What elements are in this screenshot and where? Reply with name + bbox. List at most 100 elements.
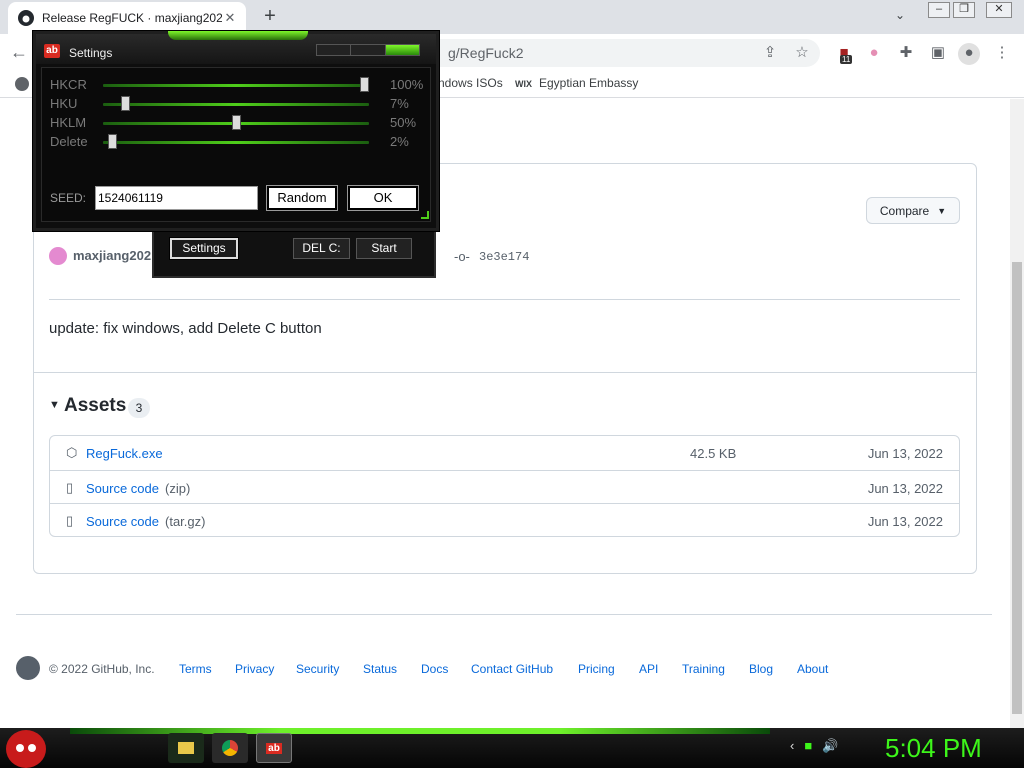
back-arrow-icon[interactable]: ← — [10, 42, 28, 63]
github-icon — [18, 10, 34, 26]
footer-link-pricing[interactable]: Pricing — [578, 662, 615, 676]
slider-thumb-delete[interactable] — [108, 134, 118, 149]
file-zip-icon: ▯ — [66, 513, 74, 528]
window-controls[interactable] — [316, 44, 420, 56]
wix-icon: WIX — [515, 79, 532, 89]
slider-thumb-hkcr[interactable] — [360, 77, 369, 92]
volume-icon[interactable]: 🔊 — [822, 738, 838, 754]
slider-track-hku[interactable] — [103, 103, 369, 106]
footer-link-contact[interactable]: Contact GitHub — [471, 662, 553, 676]
footer-link-privacy[interactable]: Privacy — [235, 662, 274, 676]
tab-title: Release RegFUCK · maxjiang2021 — [42, 11, 222, 25]
github-logo-icon[interactable] — [16, 656, 40, 680]
tab-search-chevron-icon[interactable]: ⌄ — [895, 8, 905, 22]
assets-toggle-caret-icon[interactable]: ▼ — [49, 399, 60, 411]
restore-button[interactable]: ❐ — [953, 2, 975, 18]
git-commit-icon: -o- — [454, 249, 470, 264]
system-tray: ‹ ■ 🔊 — [790, 738, 838, 754]
battery-icon[interactable]: ■ — [804, 738, 812, 754]
slider-thumb-hku[interactable] — [120, 96, 130, 111]
compare-button[interactable]: Compare ▼ — [866, 197, 960, 224]
assets-heading[interactable]: Assets — [64, 395, 126, 417]
seed-label: SEED: — [50, 191, 87, 205]
footer-divider — [16, 614, 992, 615]
new-tab-button[interactable]: + — [258, 5, 282, 29]
footer-link-security[interactable]: Security — [296, 662, 339, 676]
star-bookmark-icon[interactable]: ☆ — [792, 43, 812, 63]
slider-value-hklm: 50% — [390, 115, 417, 130]
footer-link-terms[interactable]: Terms — [179, 662, 212, 676]
slider-track-delete[interactable] — [103, 141, 369, 144]
extension-flag-icon[interactable]: ● — [864, 43, 884, 63]
puzzle-extensions-icon[interactable]: ✚ — [896, 43, 916, 63]
file-zip-icon: ▯ — [66, 480, 74, 495]
profile-avatar-icon[interactable]: ● — [958, 43, 980, 65]
scrollbar-thumb[interactable] — [1012, 262, 1022, 714]
random-button[interactable]: Random — [266, 185, 338, 211]
asset-row: ▯ Source code (zip) Jun 13, 2022 — [50, 470, 959, 504]
start-button-angry-bird-icon[interactable] — [6, 730, 46, 768]
close-control[interactable] — [385, 45, 419, 55]
compare-label: Compare — [879, 203, 930, 218]
file-explorer-icon[interactable] — [168, 733, 204, 763]
asset-link[interactable]: RegFuck.exe — [86, 446, 169, 461]
asset-row: ▯ Source code (tar.gz) Jun 13, 2022 — [50, 503, 959, 537]
release-notes: update: fix windows, add Delete C button — [49, 320, 322, 337]
taskbar-clock[interactable]: 5:04 PM — [885, 733, 982, 764]
slider-value-hku: 7% — [390, 96, 409, 111]
divider — [49, 299, 960, 300]
close-window-button[interactable]: ✕ — [986, 2, 1012, 18]
caret-down-icon: ▼ — [937, 205, 947, 216]
minimize-button[interactable]: – — [928, 2, 950, 18]
titlebar-glow — [168, 31, 308, 40]
author-name[interactable]: maxjiang202 — [73, 248, 151, 263]
footer-link-status[interactable]: Status — [363, 662, 397, 676]
browser-tab[interactable]: Release RegFUCK · maxjiang2021 ✕ — [8, 2, 246, 34]
asset-date: Jun 13, 2022 — [867, 514, 943, 529]
globe-icon — [15, 77, 29, 91]
side-panel-icon[interactable]: ▣ — [928, 43, 948, 63]
slider-label-delete: Delete — [50, 134, 88, 149]
start-button[interactable]: Start — [356, 238, 412, 259]
footer-link-about[interactable]: About — [797, 662, 828, 676]
asset-date: Jun 13, 2022 — [867, 481, 943, 496]
share-icon[interactable]: ⇪ — [760, 43, 780, 63]
footer-link-docs[interactable]: Docs — [421, 662, 448, 676]
asset-size: 42.5 KB — [690, 446, 737, 461]
assets-list: ⬡ RegFuck.exe 42.5 KB Jun 13, 2022 ▯ Sou… — [49, 435, 960, 537]
bookmark-egyptian-embassy[interactable]: Egyptian Embassy — [539, 76, 638, 90]
copyright-text: © 2022 GitHub, Inc. — [49, 662, 155, 676]
seed-input[interactable] — [95, 186, 258, 210]
divider — [33, 372, 977, 373]
bookmark-windows-isos[interactable]: ndows ISOs — [438, 76, 503, 90]
settings-button[interactable]: Settings — [169, 237, 239, 260]
slider-value-hkcr: 100% — [390, 77, 424, 92]
commit-hash-link[interactable]: 3e3e174 — [479, 250, 529, 264]
footer-link-blog[interactable]: Blog — [749, 662, 773, 676]
regfuck-taskbar-icon[interactable]: ab — [256, 733, 292, 763]
asset-link[interactable]: Source code (tar.gz) — [86, 514, 205, 529]
delete-c-button[interactable]: DEL C: — [293, 238, 350, 259]
url-text[interactable]: g/RegFuck2 — [448, 45, 523, 61]
asset-link[interactable]: Source code (zip) — [86, 481, 190, 496]
assets-count-badge: 3 — [128, 398, 150, 418]
slider-label-hkcr: HKCR — [50, 77, 87, 92]
maximize-control[interactable] — [351, 45, 386, 55]
author-avatar[interactable] — [49, 247, 67, 265]
ok-button[interactable]: OK — [347, 185, 419, 211]
kebab-menu-icon[interactable]: ⋮ — [992, 43, 1012, 63]
slider-thumb-hklm[interactable] — [231, 115, 241, 130]
slider-label-hklm: HKLM — [50, 115, 87, 130]
slider-label-hku: HKU — [50, 96, 78, 111]
footer-link-api[interactable]: API — [639, 662, 658, 676]
slider-value-delete: 2% — [390, 134, 409, 149]
minimize-control[interactable] — [317, 45, 352, 55]
resize-grip[interactable] — [421, 211, 429, 219]
taskbar — [0, 728, 1024, 768]
chrome-icon[interactable] — [212, 733, 248, 763]
footer-link-training[interactable]: Training — [682, 662, 725, 676]
slider-track-hkcr[interactable] — [103, 84, 369, 87]
settings-title: Settings — [69, 46, 113, 60]
close-tab-icon[interactable]: ✕ — [222, 10, 238, 26]
tray-chevron-icon[interactable]: ‹ — [790, 738, 794, 754]
